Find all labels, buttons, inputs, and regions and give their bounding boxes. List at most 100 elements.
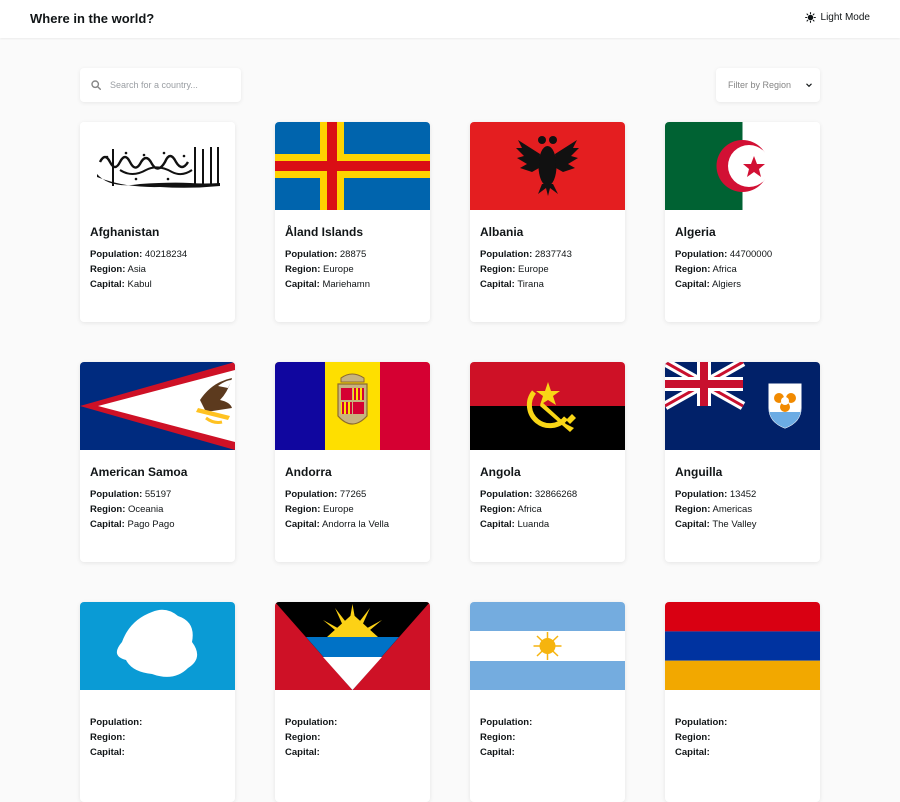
region-row: Region: Africa	[480, 502, 615, 517]
capital-value: Andorra la Vella	[321, 519, 390, 530]
country-card[interactable]: Anguilla Population: 13452 Region: Ameri…	[665, 362, 820, 562]
capital-row: Capital: Pago Pago	[90, 517, 225, 532]
region-label: Region:	[480, 264, 516, 275]
region-row: Region: Europe	[285, 262, 420, 277]
capital-label: Capital:	[480, 519, 515, 530]
theme-toggle-button[interactable]: Light Mode	[804, 12, 870, 23]
population-row: Population: 2837743	[480, 247, 615, 262]
region-label: Region:	[90, 504, 126, 515]
region-label: Region:	[285, 732, 321, 743]
capital-row: Capital:	[675, 745, 810, 760]
population-label: Population:	[90, 489, 143, 500]
region-label: Region:	[675, 264, 711, 275]
albania-flag-icon	[470, 122, 625, 210]
capital-row: Capital: Andorra la Vella	[285, 517, 420, 532]
population-label: Population:	[90, 717, 143, 728]
population-value: 2837743	[534, 249, 572, 260]
armenia-flag-icon	[665, 602, 820, 690]
population-row: Population: 77265	[285, 487, 420, 502]
region-label: Region:	[480, 504, 516, 515]
search-box[interactable]	[80, 68, 241, 102]
theme-toggle-label: Light Mode	[820, 12, 870, 23]
capital-value: Algiers	[711, 279, 742, 290]
capital-label: Capital:	[285, 747, 320, 758]
country-card[interactable]: Population: Region: Capital:	[275, 602, 430, 802]
search-icon	[91, 80, 101, 90]
country-card[interactable]: American Samoa Population: 55197 Region:…	[80, 362, 235, 562]
population-label: Population:	[90, 249, 143, 260]
region-value: Europe	[518, 264, 549, 275]
capital-row: Capital:	[285, 745, 420, 760]
region-label: Region:	[285, 504, 321, 515]
capital-value: Kabul	[127, 279, 152, 290]
region-row: Region:	[285, 730, 420, 745]
angola-flag-icon	[470, 362, 625, 450]
country-card[interactable]: Afghanistan Population: 40218234 Region:…	[80, 122, 235, 322]
anguilla-flag-icon	[665, 362, 820, 450]
population-value: 13452	[729, 489, 757, 500]
country-name: Afghanistan	[90, 225, 160, 239]
region-label: Region:	[285, 264, 321, 275]
region-value: Europe	[323, 264, 354, 275]
capital-label: Capital:	[285, 519, 320, 530]
region-row: Region: Europe	[480, 262, 615, 277]
capital-row: Capital: Tirana	[480, 277, 615, 292]
capital-label: Capital:	[675, 747, 710, 758]
population-value: 40218234	[144, 249, 188, 260]
capital-label: Capital:	[90, 747, 125, 758]
population-value: 32866268	[534, 489, 578, 500]
country-card[interactable]: Population: Region: Capital:	[665, 602, 820, 802]
country-card[interactable]: Angola Population: 32866268 Region: Afri…	[470, 362, 625, 562]
population-value: 55197	[144, 489, 172, 500]
country-card[interactable]: Andorra Population: 77265 Region: Europe…	[275, 362, 430, 562]
country-card[interactable]: Algeria Population: 44700000 Region: Afr…	[665, 122, 820, 322]
country-name: Åland Islands	[285, 225, 364, 239]
population-row: Population: 13452	[675, 487, 810, 502]
search-input[interactable]	[110, 80, 235, 90]
antarctica-flag-icon	[80, 602, 235, 690]
capital-value: Tirana	[517, 279, 544, 290]
capital-label: Capital:	[480, 747, 515, 758]
capital-row: Capital: The Valley	[675, 517, 810, 532]
andorra-flag-icon	[275, 362, 430, 450]
capital-value: The Valley	[712, 519, 757, 530]
region-row: Region:	[675, 730, 810, 745]
population-row: Population:	[90, 715, 225, 730]
population-value: 44700000	[729, 249, 773, 260]
region-label: Region:	[675, 732, 711, 743]
capital-row: Capital:	[480, 745, 615, 760]
afghanistan-flag-icon	[80, 122, 235, 210]
country-card[interactable]: Åland Islands Population: 28875 Region: …	[275, 122, 430, 322]
population-row: Population: 44700000	[675, 247, 810, 262]
region-filter-select[interactable]: Filter by Region	[716, 68, 820, 102]
capital-row: Capital: Luanda	[480, 517, 615, 532]
aland-islands-flag-icon	[275, 122, 430, 210]
capital-value: Pago Pago	[127, 519, 175, 530]
antigua-and-barbuda-flag-icon	[275, 602, 430, 690]
capital-row: Capital:	[90, 745, 225, 760]
capital-value: Luanda	[517, 519, 550, 530]
population-row: Population: 28875	[285, 247, 420, 262]
region-label: Region:	[90, 732, 126, 743]
region-row: Region: Africa	[675, 262, 810, 277]
country-card[interactable]: Population: Region: Capital:	[80, 602, 235, 802]
region-value: Asia	[127, 264, 146, 275]
population-value: 77265	[339, 489, 367, 500]
app-title: Where in the world?	[30, 11, 155, 26]
region-value: Oceania	[128, 504, 164, 515]
population-label: Population:	[285, 249, 338, 260]
country-card[interactable]: Albania Population: 2837743 Region: Euro…	[470, 122, 625, 322]
country-name: Albania	[480, 225, 524, 239]
population-row: Population:	[480, 715, 615, 730]
population-label: Population:	[675, 489, 728, 500]
american-samoa-flag-icon	[80, 362, 235, 450]
capital-row: Capital: Mariehamn	[285, 277, 420, 292]
capital-label: Capital:	[480, 279, 515, 290]
argentina-flag-icon	[470, 602, 625, 690]
region-value: Africa	[712, 264, 737, 275]
region-row: Region: Oceania	[90, 502, 225, 517]
population-label: Population:	[480, 489, 533, 500]
population-label: Population:	[285, 717, 338, 728]
country-name: American Samoa	[90, 465, 188, 479]
country-card[interactable]: Population: Region: Capital:	[470, 602, 625, 802]
